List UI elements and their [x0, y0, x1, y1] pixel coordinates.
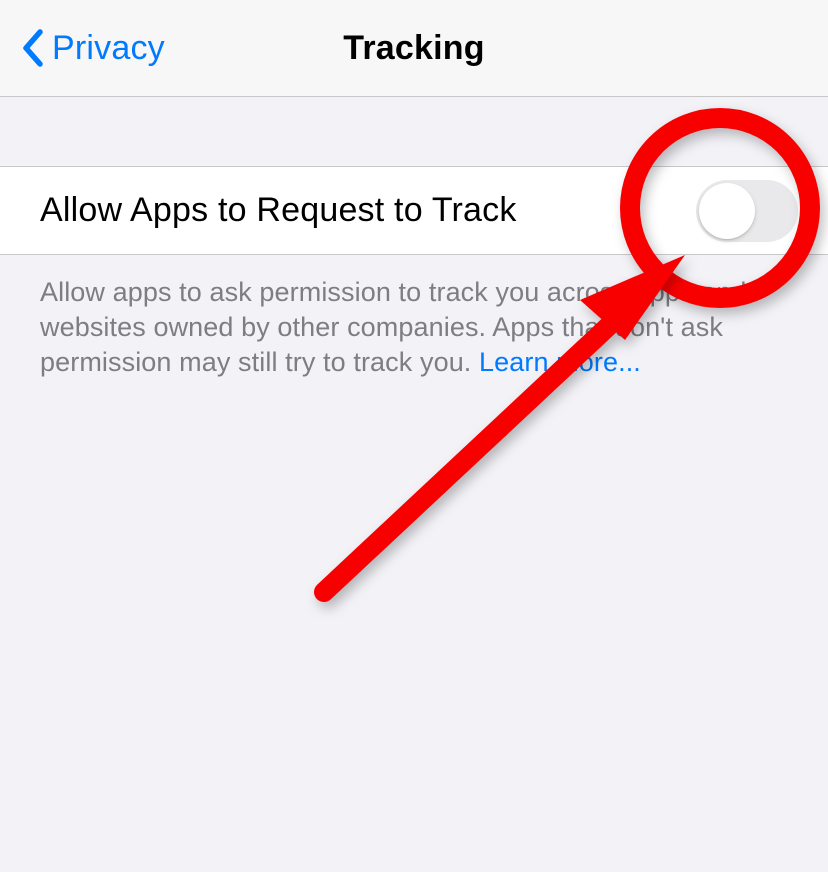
setting-row-allow-tracking: Allow Apps to Request to Track	[0, 166, 828, 255]
back-button[interactable]: Privacy	[20, 28, 165, 68]
allow-tracking-toggle[interactable]	[696, 180, 798, 242]
back-label: Privacy	[52, 29, 165, 68]
spacer	[0, 97, 828, 166]
setting-label: Allow Apps to Request to Track	[40, 191, 517, 230]
learn-more-link[interactable]: Learn more...	[479, 347, 641, 377]
navigation-bar: Privacy Tracking	[0, 0, 828, 97]
footer-description: Allow apps to ask permission to track yo…	[0, 255, 828, 400]
page-title: Tracking	[343, 29, 484, 68]
toggle-knob	[699, 183, 755, 239]
chevron-left-icon	[20, 28, 44, 68]
